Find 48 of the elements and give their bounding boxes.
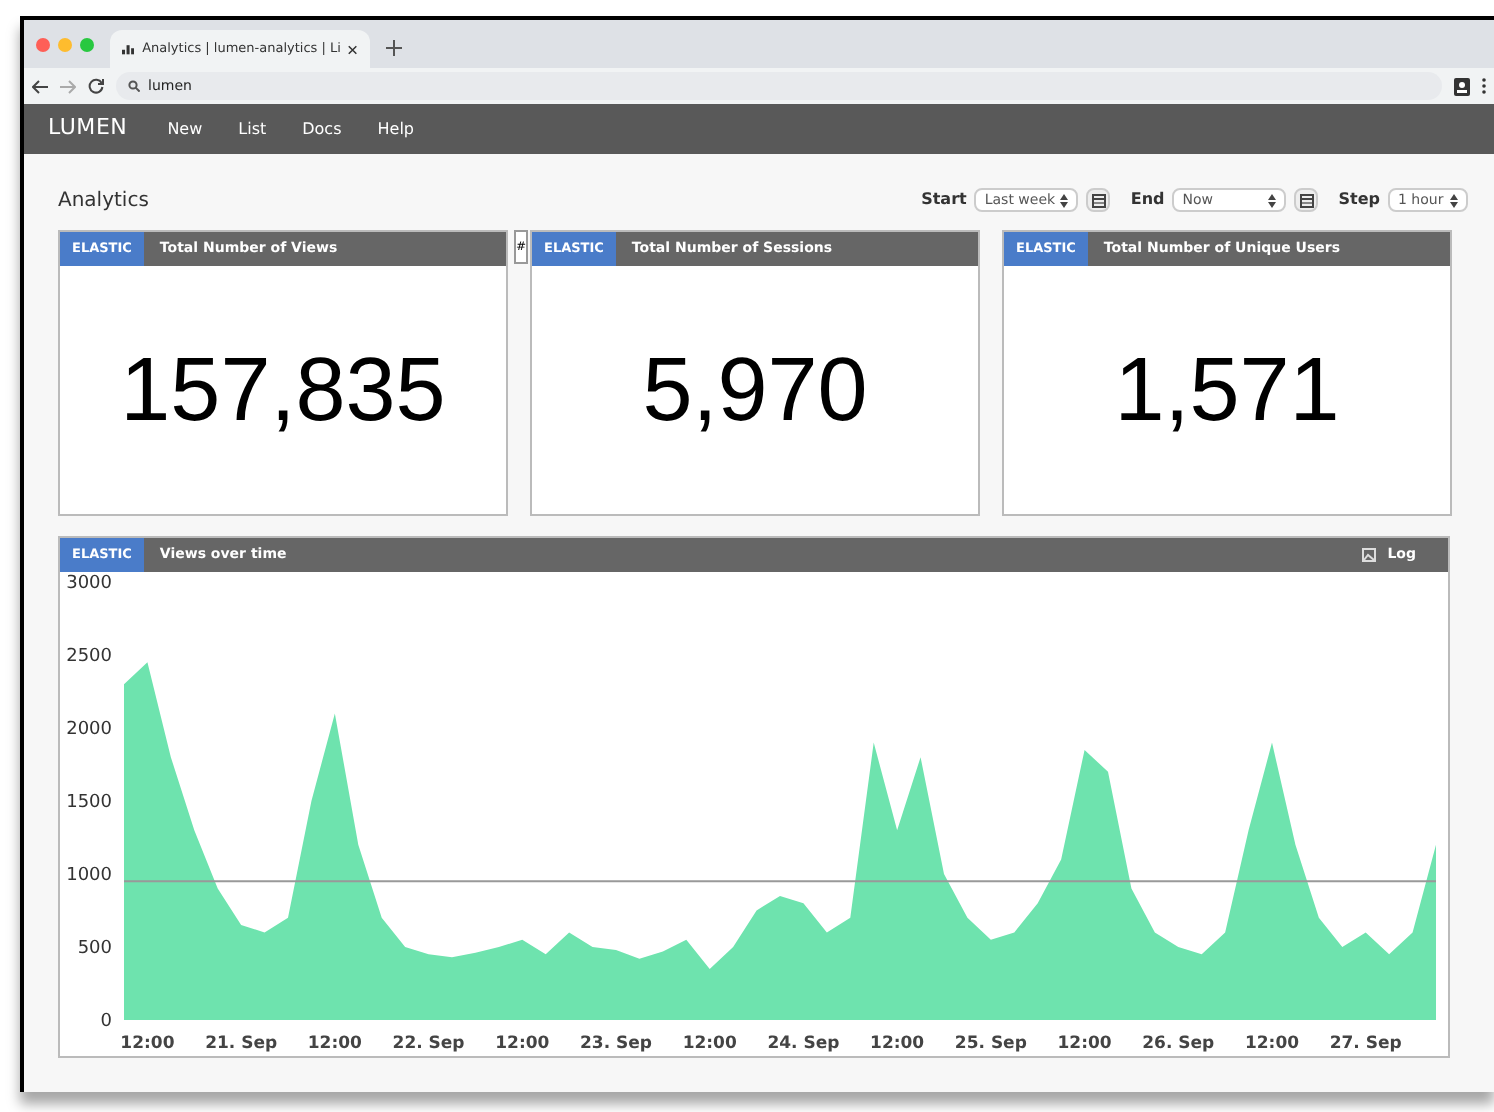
y-tick-label: 1500 xyxy=(66,793,112,813)
calendar-icon xyxy=(1299,193,1314,207)
calendar-button[interactable] xyxy=(1086,188,1111,212)
x-tick-label: 12:00 xyxy=(120,1034,175,1054)
stat-value: 1,571 xyxy=(1114,336,1340,445)
x-tick-label: 12:00 xyxy=(682,1034,737,1054)
x-tick-label: 12:00 xyxy=(1244,1034,1300,1054)
x-tick-label: 12:00 xyxy=(307,1034,362,1054)
close-icon[interactable] xyxy=(348,43,358,55)
calendar-button[interactable] xyxy=(1294,188,1319,212)
back-icon[interactable] xyxy=(32,79,48,93)
updown-icon xyxy=(1060,193,1069,207)
x-tick-label: 12:00 xyxy=(1057,1034,1112,1054)
search-icon xyxy=(128,80,140,92)
y-tick-label: 0 xyxy=(100,1012,112,1032)
control-label: End xyxy=(1130,188,1165,212)
x-tick-label: 26. Sep xyxy=(1142,1034,1215,1054)
updown-icon xyxy=(1268,193,1277,207)
reload-icon[interactable] xyxy=(88,78,104,94)
nav-link[interactable]: List xyxy=(238,117,267,141)
x-tick-label: 25. Sep xyxy=(954,1034,1027,1054)
nav-link[interactable]: Help xyxy=(377,117,414,141)
y-tick-label: 2000 xyxy=(66,720,112,740)
x-tick-label: 24. Sep xyxy=(767,1034,840,1054)
nav-link[interactable]: New xyxy=(167,117,203,141)
bar-chart-icon xyxy=(122,42,135,56)
y-tick-label: 2500 xyxy=(66,647,112,667)
x-tick-label: 27. Sep xyxy=(1329,1034,1402,1054)
y-tick-label: 1000 xyxy=(66,866,112,886)
nav-link[interactable]: Docs xyxy=(302,117,342,141)
x-tick-label: 12:00 xyxy=(870,1034,925,1054)
control-label: Start xyxy=(921,188,967,212)
calendar-icon xyxy=(1091,193,1106,207)
brand-logo[interactable]: LUMEN xyxy=(48,112,128,146)
profile-icon[interactable] xyxy=(1454,77,1470,95)
x-tick-label: 12:00 xyxy=(495,1034,550,1054)
x-tick-label: 21. Sep xyxy=(205,1034,278,1054)
updown-icon xyxy=(1450,193,1458,207)
y-tick-label: 3000 xyxy=(66,574,112,594)
x-tick-label: 22. Sep xyxy=(392,1034,465,1054)
page-title: Analytics xyxy=(58,187,149,215)
stat-value: 157,835 xyxy=(120,336,446,445)
stat-value: 5,970 xyxy=(642,336,868,445)
new-tab-icon[interactable] xyxy=(386,40,402,56)
control-label: Step xyxy=(1338,188,1380,212)
y-tick-label: 500 xyxy=(77,939,112,959)
x-tick-label: 23. Sep xyxy=(580,1034,652,1054)
image-icon[interactable] xyxy=(1361,548,1376,562)
